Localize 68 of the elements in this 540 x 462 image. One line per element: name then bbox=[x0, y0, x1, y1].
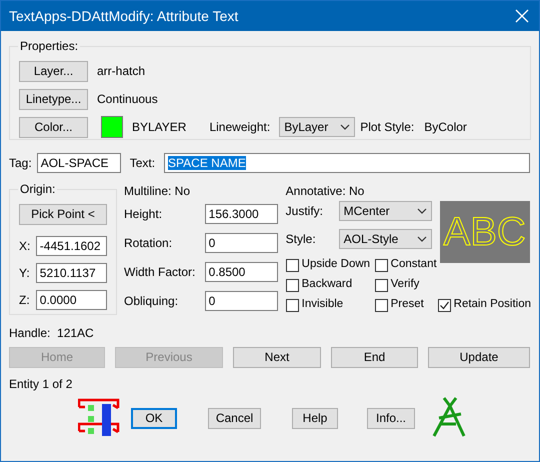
field-label: Y: bbox=[19, 266, 31, 280]
property-value: arr-hatch bbox=[97, 64, 146, 78]
dialog-button[interactable]: OK bbox=[131, 408, 177, 429]
coordinate-field[interactable]: 5210.1137 bbox=[36, 263, 107, 283]
nav-button[interactable]: End bbox=[331, 346, 418, 368]
checkbox-label[interactable]: Backward bbox=[302, 278, 352, 292]
field-label: Width Factor: bbox=[124, 265, 196, 280]
caret-icon bbox=[416, 208, 427, 214]
property-value: BYLAYER bbox=[132, 120, 186, 134]
entity-label: Entity 1 of 2 bbox=[9, 376, 74, 392]
field-label: Z: bbox=[19, 292, 31, 308]
coordinate-field[interactable]: -4451.1602 bbox=[36, 236, 107, 256]
caret-icon bbox=[416, 236, 427, 242]
checkbox-label[interactable]: Preset bbox=[390, 298, 424, 312]
field-label: Text: bbox=[130, 156, 156, 170]
dropdown[interactable]: AOL-Style bbox=[338, 229, 432, 250]
checkbox[interactable] bbox=[286, 258, 299, 272]
property-button[interactable]: Linetype... bbox=[19, 88, 88, 110]
number-field[interactable]: 0 bbox=[204, 291, 278, 312]
dropdown[interactable]: MCenter bbox=[338, 201, 432, 222]
field-label: Lineweight: bbox=[209, 120, 270, 134]
multiline-label: Multiline: No bbox=[124, 184, 192, 198]
close-icon[interactable] bbox=[515, 9, 529, 23]
group-label: Origin: bbox=[18, 182, 58, 196]
checkbox[interactable] bbox=[374, 278, 388, 292]
compass-icon bbox=[431, 397, 467, 440]
field-label: Style: bbox=[286, 232, 316, 247]
field-label: Obliquing: bbox=[124, 294, 178, 309]
number-field[interactable]: 156.3000 bbox=[204, 204, 278, 224]
brackets-squares-icon bbox=[78, 398, 120, 438]
dialog-button[interactable]: Info... bbox=[367, 408, 415, 429]
checkbox[interactable] bbox=[286, 298, 299, 312]
dialog-button[interactable]: Help bbox=[292, 408, 338, 429]
field-label: Plot Style: bbox=[360, 120, 414, 134]
text-field[interactable]: SPACE NAME bbox=[164, 153, 530, 173]
text-preview: ABC bbox=[440, 201, 530, 264]
pick-point-button[interactable]: Pick Point < bbox=[19, 204, 107, 225]
checkbox-label[interactable]: Constant bbox=[390, 258, 437, 272]
number-field[interactable]: 0.8500 bbox=[204, 262, 278, 282]
checkbox-label[interactable]: Verify bbox=[390, 278, 420, 292]
nav-button[interactable]: Next bbox=[233, 346, 321, 368]
group-label: Properties: bbox=[18, 39, 80, 54]
field-label: Height: bbox=[124, 207, 162, 222]
property-button[interactable]: Color... bbox=[19, 116, 88, 138]
property-value: Continuous bbox=[97, 92, 158, 106]
tag-field[interactable]: AOL-SPACE bbox=[36, 153, 121, 173]
checkbox[interactable] bbox=[374, 258, 388, 272]
checkbox[interactable] bbox=[286, 278, 299, 292]
field-label: Rotation: bbox=[124, 236, 172, 251]
field-label: X: bbox=[19, 238, 32, 254]
property-value: ByColor bbox=[424, 120, 467, 134]
checkbox-label[interactable]: Retain Position bbox=[454, 298, 531, 312]
lineweight-dropdown[interactable]: ByLayer bbox=[279, 117, 356, 137]
handle-label: Handle: 121AC bbox=[9, 326, 95, 341]
checkbox[interactable] bbox=[374, 298, 388, 312]
nav-button[interactable]: Update bbox=[428, 346, 530, 368]
checkbox[interactable] bbox=[438, 298, 451, 312]
number-field[interactable]: 0 bbox=[204, 233, 278, 254]
window-title: TextApps-DDAttModify: Attribute Text bbox=[9, 8, 238, 24]
annotative-label: Annotative: No bbox=[286, 184, 366, 198]
checkbox-label[interactable]: Upside Down bbox=[302, 258, 370, 272]
caret-icon bbox=[340, 124, 350, 130]
dialog-button[interactable]: Cancel bbox=[208, 408, 261, 429]
checkbox-label[interactable]: Invisible bbox=[302, 298, 344, 312]
field-label: Justify: bbox=[286, 204, 323, 219]
property-button[interactable]: Layer... bbox=[19, 60, 88, 82]
field-label: Tag: bbox=[9, 156, 32, 170]
coordinate-field[interactable]: 0.0000 bbox=[36, 290, 107, 310]
